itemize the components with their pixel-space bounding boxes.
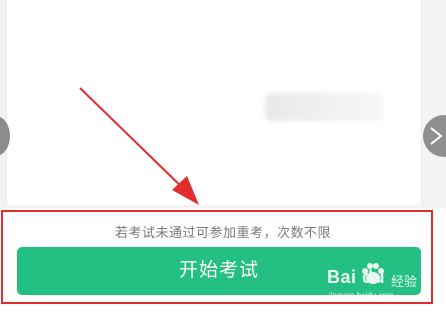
chevron-right-icon (430, 127, 443, 145)
next-page-button[interactable] (423, 115, 446, 157)
watermark-subtitle: 经验 (391, 274, 418, 289)
question-card (6, 0, 422, 205)
watermark-url: jingyan.baidu.com (329, 291, 394, 300)
baidu-paw-icon (362, 263, 384, 284)
blurred-content (265, 93, 383, 121)
baidu-jingyan-watermark: Bai du 经验 jingyan.baidu.com (327, 259, 435, 307)
